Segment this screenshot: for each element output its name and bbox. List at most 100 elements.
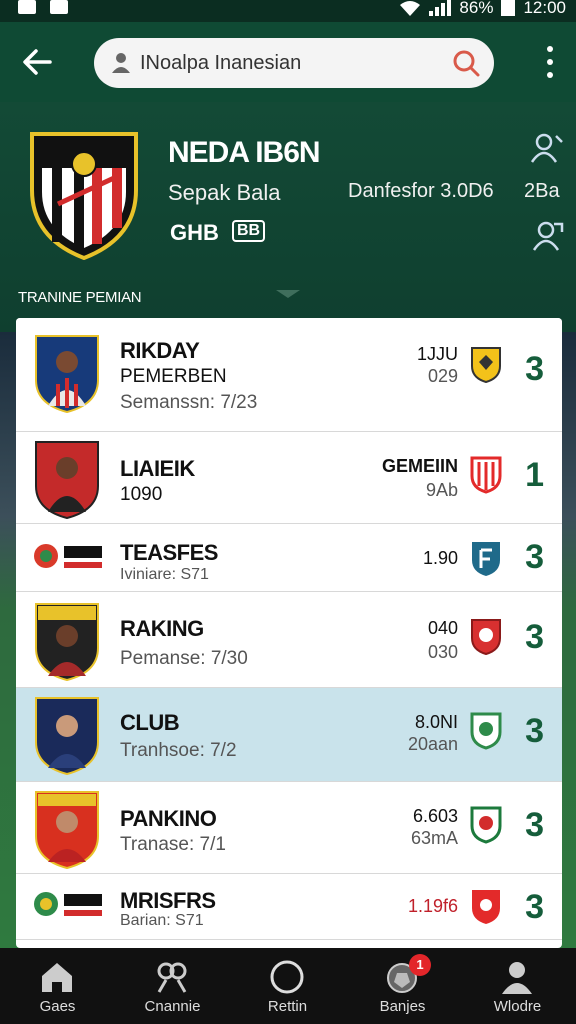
nav-label: Gaes bbox=[39, 998, 76, 1015]
rank-number: 3 bbox=[525, 712, 544, 750]
list-item[interactable]: CLUB Tranhsoe: 7/2 8.0NI 20aan 3 bbox=[16, 688, 562, 782]
list-item[interactable]: TEASFES Iviniare: S71 1.90 3 bbox=[16, 524, 562, 592]
list-item[interactable]: RIKDAY PEMERBEN Semanssn: 7/23 1JJU 029 … bbox=[16, 318, 562, 432]
player-stat: 1.90 bbox=[422, 548, 458, 568]
player-name: LIAIEIK bbox=[120, 456, 195, 481]
bottom-nav: Gaes Cnannie Rettin 1 Banjes Wlodre bbox=[0, 948, 576, 1024]
section-label: TRANINE PEMIAN bbox=[18, 289, 142, 306]
player-portrait bbox=[35, 335, 99, 414]
shield-icon bbox=[472, 890, 500, 924]
player-detail: Barian: S71 bbox=[120, 912, 204, 929]
battery-percent: 86% bbox=[459, 0, 494, 17]
profile-icon bbox=[502, 962, 532, 994]
chevron-down-icon[interactable] bbox=[276, 290, 300, 300]
team-logos-icon bbox=[34, 892, 102, 916]
shield-icon bbox=[470, 712, 502, 750]
wifi-icon bbox=[400, 1, 421, 16]
nav-label: Cnannie bbox=[144, 998, 201, 1015]
arrow-left-icon bbox=[23, 49, 52, 75]
nav-item-ball[interactable]: 1 Banjes bbox=[345, 948, 460, 1024]
player-list: RIKDAY PEMERBEN Semanssn: 7/23 1JJU 029 … bbox=[16, 318, 562, 948]
search-icon[interactable] bbox=[452, 49, 480, 77]
clock: 12:00 bbox=[523, 0, 566, 17]
list-item[interactable]: PANKINO Tranase: 7/1 6.603 63mA 3 bbox=[16, 782, 562, 874]
club-extra: 2Ba bbox=[524, 180, 560, 202]
player-name: RAKING bbox=[120, 616, 204, 641]
player-stat: GEMEIIN bbox=[381, 456, 458, 476]
player-portrait bbox=[35, 791, 99, 870]
club-subtitle: Sepak Bala bbox=[168, 180, 281, 205]
team-logos-icon bbox=[34, 544, 102, 568]
player-portrait bbox=[35, 603, 99, 682]
notification-icon bbox=[18, 0, 36, 14]
player-club: PEMERBEN bbox=[120, 366, 227, 387]
player-stat-sub: 63mA bbox=[410, 828, 458, 848]
player-name: PANKINO bbox=[120, 806, 217, 831]
back-button[interactable] bbox=[20, 44, 56, 80]
list-item[interactable]: RAKING Pemanse: 7/30 040 030 3 bbox=[16, 592, 562, 688]
player-stat: 8.0NI bbox=[414, 712, 458, 732]
player-detail: Iviniare: S71 bbox=[120, 566, 209, 583]
follow-icon[interactable] bbox=[530, 132, 564, 164]
nav-label: Wlodre bbox=[493, 998, 542, 1015]
club-badge-b: BB bbox=[232, 220, 266, 242]
people-icon bbox=[157, 962, 187, 993]
club-crest-icon bbox=[30, 132, 138, 260]
player-name: CLUB bbox=[120, 710, 180, 735]
player-portrait bbox=[35, 441, 99, 520]
notification-badge: 1 bbox=[409, 954, 431, 976]
nav-item-home[interactable]: Gaes bbox=[0, 948, 115, 1024]
signal-icon bbox=[429, 0, 452, 16]
list-item[interactable]: LIAIEIK 1090 GEMEIIN 9Ab 1 bbox=[16, 432, 562, 524]
rank-number: 3 bbox=[525, 538, 544, 576]
status-bar: 86% 12:00 bbox=[0, 0, 576, 22]
player-stat-sub: 9Ab bbox=[425, 480, 458, 500]
player-detail: Tranhsoe: 7/2 bbox=[120, 740, 237, 761]
shield-icon bbox=[470, 806, 502, 844]
club-meta: Danfesfor 3.0D6 bbox=[348, 180, 494, 202]
player-detail: Semanssn: 7/23 bbox=[120, 392, 258, 413]
nav-label: Banjes bbox=[379, 998, 426, 1015]
player-stat: 1.19f6 bbox=[407, 896, 458, 916]
player-stat-sub: 030 bbox=[427, 642, 458, 662]
player-name: RIKDAY bbox=[120, 338, 200, 363]
shield-icon bbox=[470, 456, 502, 494]
player-stat: 1JJU bbox=[416, 344, 458, 364]
person-icon bbox=[112, 53, 130, 73]
shield-icon bbox=[472, 542, 500, 576]
club-name: NEDA IB6N bbox=[168, 136, 321, 169]
player-stat: 040 bbox=[427, 618, 458, 638]
player-name: MRISFRS bbox=[120, 888, 216, 913]
nav-item-profile[interactable]: Wlodre bbox=[460, 948, 576, 1024]
club-badge-a: GHB bbox=[170, 220, 219, 245]
player-detail: Tranase: 7/1 bbox=[120, 834, 226, 855]
rank-number: 1 bbox=[525, 456, 544, 494]
shield-icon bbox=[471, 619, 501, 656]
rank-number: 3 bbox=[525, 618, 544, 656]
more-menu-button[interactable] bbox=[546, 46, 554, 78]
rank-number: 3 bbox=[525, 350, 544, 388]
nav-label: Rettin bbox=[267, 998, 308, 1015]
app-bar: INoalpa Inanesian bbox=[0, 22, 576, 102]
rank-number: 3 bbox=[525, 806, 544, 844]
nav-item-people[interactable]: Cnannie bbox=[115, 948, 230, 1024]
battery-icon bbox=[501, 0, 516, 16]
player-name: TEASFES bbox=[120, 540, 218, 565]
rank-number: 3 bbox=[525, 888, 544, 926]
nav-item-center[interactable]: Rettin bbox=[230, 948, 345, 1024]
search-bar[interactable]: INoalpa Inanesian bbox=[94, 38, 494, 88]
player-stat: 6.603 bbox=[412, 806, 458, 826]
share-icon[interactable] bbox=[530, 220, 564, 252]
player-stat-sub: 029 bbox=[427, 366, 458, 386]
player-portrait bbox=[35, 697, 99, 776]
search-input[interactable]: INoalpa Inanesian bbox=[140, 52, 301, 75]
club-header: NEDA IB6N Sepak Bala Danfesfor 3.0D6 2Ba… bbox=[0, 102, 576, 332]
shield-icon bbox=[471, 347, 501, 384]
gallery-icon bbox=[50, 0, 68, 14]
player-detail: 1090 bbox=[120, 484, 163, 505]
list-item[interactable]: MRISFRS Barian: S71 1.19f6 3 bbox=[16, 874, 562, 940]
home-icon bbox=[42, 963, 72, 992]
player-stat-sub: 20aan bbox=[407, 734, 458, 754]
circle-icon bbox=[270, 960, 304, 994]
player-detail: Pemanse: 7/30 bbox=[120, 648, 248, 669]
